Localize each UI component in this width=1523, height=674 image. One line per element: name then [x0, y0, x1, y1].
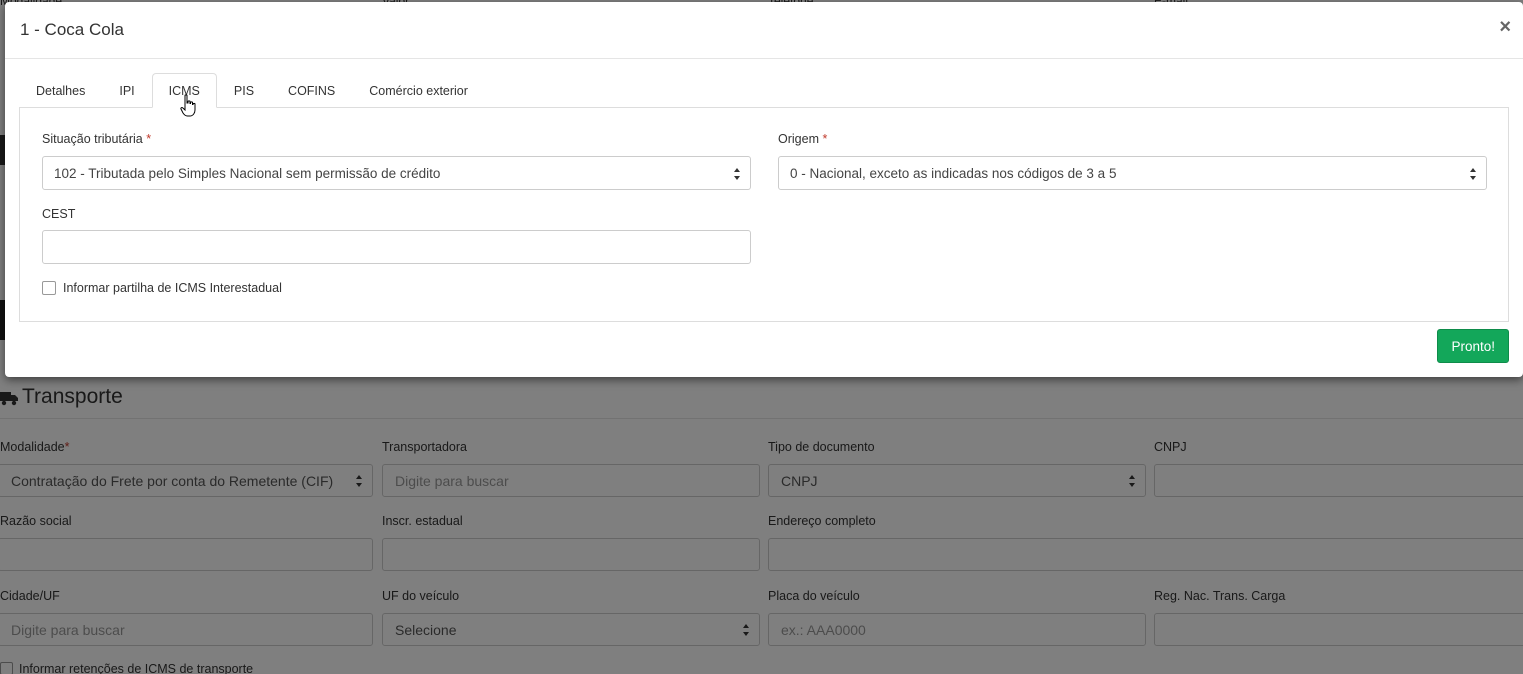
cest-input[interactable] [42, 230, 751, 264]
modal-title: 1 - Coca Cola [20, 20, 124, 39]
close-icon[interactable]: × [1499, 17, 1511, 37]
tax-tabs: Detalhes IPI ICMS PIS COFINS Comércio ex… [19, 73, 485, 108]
product-tax-modal: 1 - Coca Cola × Detalhes IPI ICMS PIS CO… [5, 2, 1523, 377]
origem-value: 0 - Nacional, exceto as indicadas nos có… [790, 165, 1117, 181]
situacao-tributaria-value: 102 - Tributada pelo Simples Nacional se… [54, 165, 441, 181]
tab-detalhes[interactable]: Detalhes [19, 73, 102, 108]
modal-header: 1 - Coca Cola × [5, 2, 1523, 59]
done-button[interactable]: Pronto! [1437, 329, 1509, 363]
partilha-checkbox-row[interactable]: Informar partilha de ICMS Interestadual [42, 281, 282, 295]
select-caret-icon [1470, 168, 1476, 180]
select-caret-icon [734, 168, 740, 180]
icms-tab-panel: Situação tributária * 102 - Tributada pe… [19, 107, 1509, 322]
tab-ipi[interactable]: IPI [102, 73, 151, 108]
partilha-label: Informar partilha de ICMS Interestadual [63, 281, 282, 295]
tab-pis[interactable]: PIS [217, 73, 271, 108]
origem-label: Origem * [778, 132, 828, 146]
hand-pointer-icon [180, 94, 196, 117]
partilha-checkbox[interactable] [42, 281, 56, 295]
cest-label: CEST [42, 207, 76, 221]
situacao-tributaria-label: Situação tributária * [42, 132, 152, 146]
tab-comercio-exterior[interactable]: Comércio exterior [352, 73, 485, 108]
situacao-tributaria-select[interactable]: 102 - Tributada pelo Simples Nacional se… [42, 156, 751, 190]
tab-cofins[interactable]: COFINS [271, 73, 352, 108]
origem-select[interactable]: 0 - Nacional, exceto as indicadas nos có… [778, 156, 1487, 190]
